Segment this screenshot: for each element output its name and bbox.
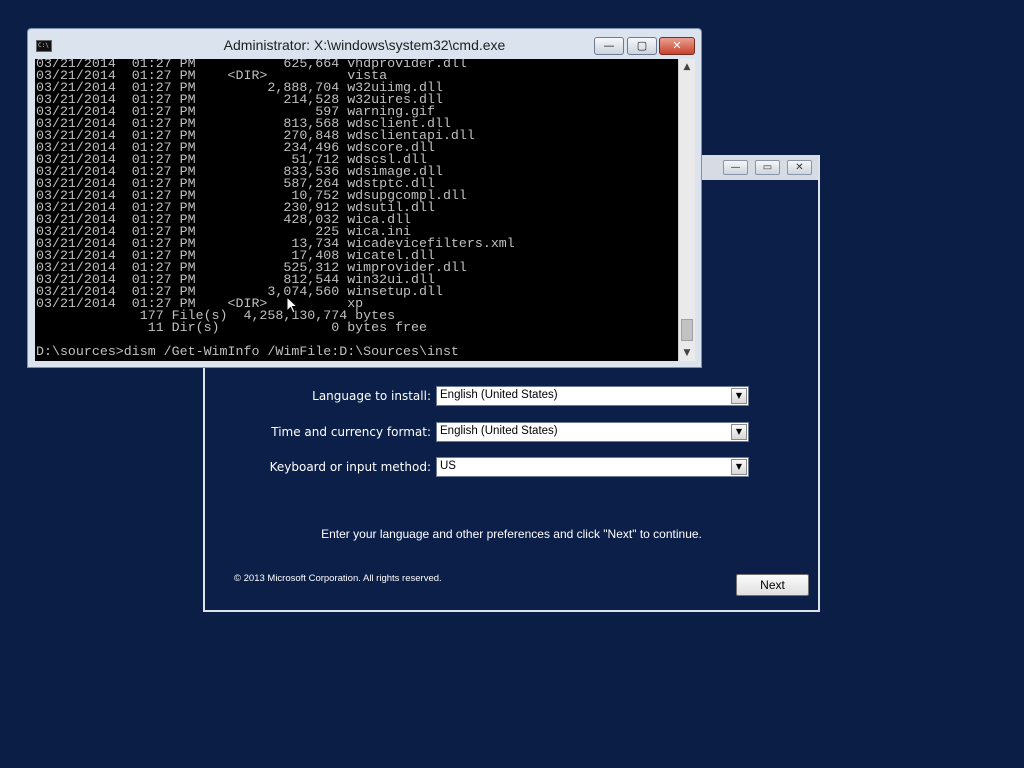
time-currency-label: Time and currency format: — [271, 425, 431, 439]
keyboard-label: Keyboard or input method: — [269, 460, 431, 474]
maximize-icon: ▢ — [636, 39, 648, 52]
setup-close-button[interactable]: ✕ — [787, 160, 812, 175]
setup-maximize-button[interactable]: ▭ — [755, 160, 780, 175]
console-scrollbar[interactable]: ▲ ▼ — [678, 59, 695, 361]
scroll-up-icon[interactable]: ▲ — [679, 59, 695, 75]
keyboard-select[interactable]: US ▼ — [436, 457, 749, 477]
minimize-icon: — — [730, 162, 741, 173]
console-lines: 03/21/2014 01:27 PM 625,664 vhdprovider.… — [36, 59, 515, 358]
setup-body: Language to install: English (United Sta… — [205, 365, 818, 610]
setup-minimize-button[interactable]: — — [723, 160, 748, 175]
minimize-icon: — — [603, 39, 615, 52]
maximize-icon: ▭ — [762, 162, 773, 173]
language-select-value: English (United States) — [440, 389, 558, 401]
next-button[interactable]: Next — [736, 574, 809, 596]
scrollbar-thumb[interactable] — [681, 319, 693, 341]
console-line: D:\sources>dism /Get-WimInfo /WimFile:D:… — [36, 344, 459, 359]
close-icon: ✕ — [795, 162, 804, 173]
time-currency-select-value: English (United States) — [440, 425, 558, 437]
copyright-text: © 2013 Microsoft Corporation. All rights… — [234, 573, 442, 584]
keyboard-select-value: US — [440, 460, 456, 472]
time-currency-select[interactable]: English (United States) ▼ — [436, 422, 749, 442]
chevron-down-icon[interactable]: ▼ — [731, 424, 747, 440]
cmd-close-button[interactable]: ✕ — [659, 37, 695, 55]
language-label: Language to install: — [312, 389, 431, 403]
chevron-down-icon[interactable]: ▼ — [731, 388, 747, 404]
cmd-maximize-button[interactable]: ▢ — [627, 37, 657, 55]
cmd-window: C:\ Administrator: X:\windows\system32\c… — [27, 28, 702, 368]
scroll-down-icon[interactable]: ▼ — [679, 345, 695, 361]
language-select[interactable]: English (United States) ▼ — [436, 386, 749, 406]
mouse-pointer-icon — [286, 296, 298, 314]
console-output[interactable]: 03/21/2014 01:27 PM 625,664 vhdprovider.… — [35, 59, 678, 361]
chevron-down-icon[interactable]: ▼ — [731, 459, 747, 475]
instruction-text: Enter your language and other preference… — [321, 527, 702, 541]
close-icon: ✕ — [672, 39, 682, 52]
cmd-minimize-button[interactable]: — — [594, 37, 624, 55]
console-line: 11 Dir(s) 0 bytes free — [36, 320, 427, 335]
cmd-titlebar[interactable]: C:\ Administrator: X:\windows\system32\c… — [28, 29, 701, 59]
